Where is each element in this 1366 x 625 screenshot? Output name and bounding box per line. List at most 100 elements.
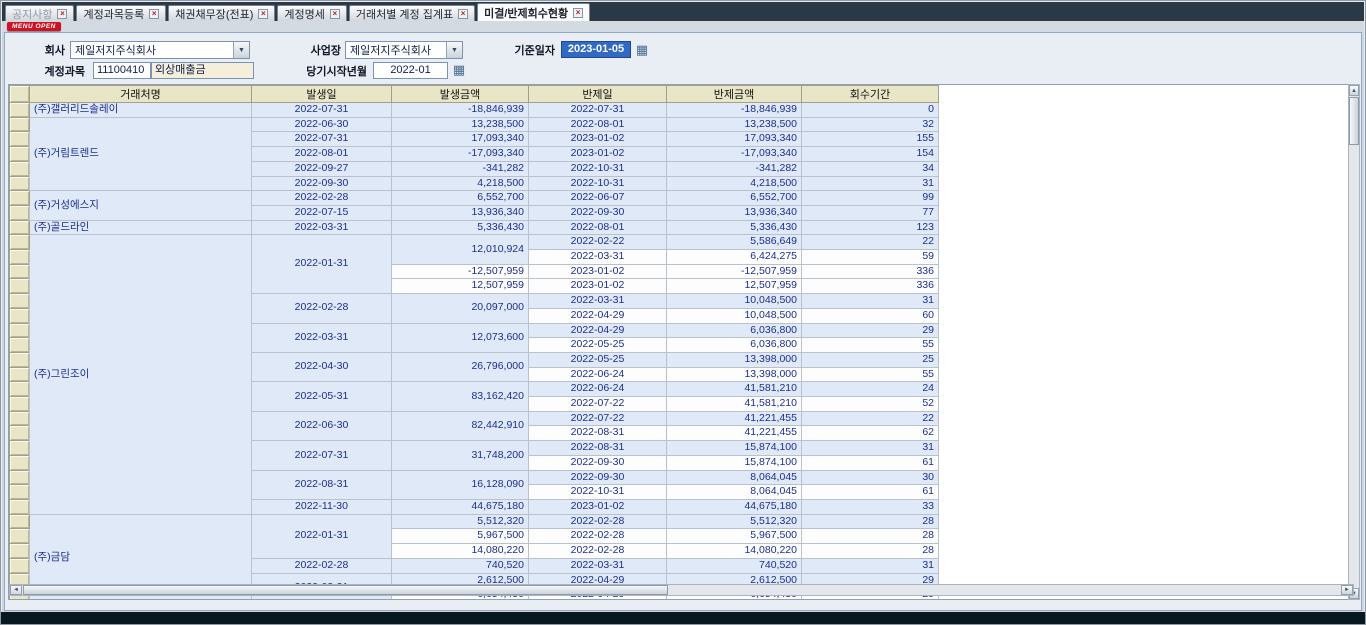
occur-amount-cell[interactable]: 6,552,700 [392, 191, 529, 206]
settle-amount-cell[interactable]: 12,507,959 [667, 279, 802, 294]
period-cell[interactable]: 32 [802, 117, 939, 132]
settle-date-cell[interactable]: 2022-06-24 [529, 382, 667, 397]
settle-date-cell[interactable]: 2022-08-01 [529, 117, 667, 132]
row-selector[interactable] [10, 264, 30, 279]
occur-amount-cell[interactable]: 83,162,420 [392, 382, 529, 411]
account-code-input[interactable]: 11100410 [93, 62, 151, 79]
settle-amount-cell[interactable]: 44,675,180 [667, 499, 802, 514]
row-selector[interactable] [10, 397, 30, 412]
row-selector[interactable] [10, 529, 30, 544]
occur-amount-cell[interactable]: 16,128,090 [392, 470, 529, 499]
horizontal-scroll-thumb[interactable] [23, 585, 668, 595]
occur-date-cell[interactable]: 2022-03-31 [252, 323, 392, 352]
settle-date-cell[interactable]: 2022-08-31 [529, 426, 667, 441]
occur-amount-cell[interactable]: -17,093,340 [392, 147, 529, 162]
period-cell[interactable]: 59 [802, 250, 939, 265]
occur-date-cell[interactable]: 2022-06-30 [252, 411, 392, 440]
settle-date-cell[interactable]: 2022-02-28 [529, 529, 667, 544]
tab-close-icon[interactable]: × [149, 9, 159, 19]
settle-date-cell[interactable]: 2022-07-31 [529, 103, 667, 118]
period-cell[interactable]: 31 [802, 441, 939, 456]
settle-amount-cell[interactable]: 8,064,045 [667, 485, 802, 500]
settle-amount-cell[interactable]: 8,064,045 [667, 470, 802, 485]
row-selector[interactable] [10, 338, 30, 353]
menu-open-button[interactable]: MENU OPEN [7, 22, 61, 31]
row-selector[interactable] [10, 499, 30, 514]
occur-date-cell[interactable]: 2022-08-31 [252, 470, 392, 499]
occur-amount-cell[interactable]: 13,238,500 [392, 117, 529, 132]
horizontal-scrollbar[interactable]: ◄ ► [9, 584, 1354, 596]
occur-date-cell[interactable]: 2022-02-28 [252, 294, 392, 323]
period-cell[interactable]: 29 [802, 323, 939, 338]
period-cell[interactable]: 55 [802, 338, 939, 353]
row-selector[interactable] [10, 382, 30, 397]
customer-cell[interactable]: (주)그린조이 [30, 235, 252, 514]
period-cell[interactable]: 55 [802, 367, 939, 382]
settle-date-cell[interactable]: 2022-10-31 [529, 485, 667, 500]
row-selector[interactable] [10, 514, 30, 529]
start-month-input[interactable]: 2022-01 [373, 62, 448, 79]
settle-amount-cell[interactable]: 10,048,500 [667, 308, 802, 323]
settle-date-cell[interactable]: 2022-03-31 [529, 558, 667, 573]
period-cell[interactable]: 22 [802, 235, 939, 250]
occur-amount-cell[interactable]: 44,675,180 [392, 499, 529, 514]
occur-amount-cell[interactable]: -12,507,959 [392, 264, 529, 279]
column-header[interactable]: 발생일 [252, 86, 392, 103]
occur-amount-cell[interactable]: 5,336,430 [392, 220, 529, 235]
period-cell[interactable]: 155 [802, 132, 939, 147]
settle-amount-cell[interactable]: 5,586,649 [667, 235, 802, 250]
row-selector[interactable] [10, 191, 30, 206]
settle-date-cell[interactable]: 2023-01-02 [529, 132, 667, 147]
period-cell[interactable]: 28 [802, 529, 939, 544]
settle-date-cell[interactable]: 2022-02-28 [529, 514, 667, 529]
occur-amount-cell[interactable]: -18,846,939 [392, 103, 529, 118]
tab-5[interactable]: 거래처별 계정 집계표× [349, 5, 475, 21]
settle-amount-cell[interactable]: 4,218,500 [667, 176, 802, 191]
tab-4[interactable]: 계정명세× [277, 5, 346, 21]
settle-amount-cell[interactable]: 6,552,700 [667, 191, 802, 206]
settle-date-cell[interactable]: 2022-04-29 [529, 308, 667, 323]
occur-date-cell[interactable]: 2022-06-30 [252, 117, 392, 132]
row-selector[interactable] [10, 161, 30, 176]
row-selector[interactable] [10, 352, 30, 367]
vertical-scrollbar[interactable]: ▲ ▼ [1348, 84, 1360, 600]
settle-amount-cell[interactable]: 10,048,500 [667, 294, 802, 309]
calendar-icon[interactable]: ▦ [452, 62, 466, 77]
period-cell[interactable]: 52 [802, 397, 939, 412]
occur-date-cell[interactable]: 2022-07-15 [252, 205, 392, 220]
occur-amount-cell[interactable]: 5,512,320 [392, 514, 529, 529]
row-selector[interactable] [10, 103, 30, 118]
period-cell[interactable]: 61 [802, 485, 939, 500]
column-header[interactable]: 반제금액 [667, 86, 802, 103]
scroll-up-icon[interactable]: ▲ [1349, 85, 1359, 96]
settle-amount-cell[interactable]: 6,036,800 [667, 338, 802, 353]
occur-amount-cell[interactable]: 14,080,220 [392, 544, 529, 559]
occur-date-cell[interactable]: 2022-11-30 [252, 499, 392, 514]
settle-amount-cell[interactable]: 13,398,000 [667, 352, 802, 367]
period-cell[interactable]: 336 [802, 264, 939, 279]
settle-date-cell[interactable]: 2022-03-31 [529, 250, 667, 265]
row-selector[interactable] [10, 250, 30, 265]
row-selector[interactable] [10, 323, 30, 338]
row-selector[interactable] [10, 455, 30, 470]
occur-amount-cell[interactable]: 12,010,924 [392, 235, 529, 264]
settle-date-cell[interactable]: 2022-10-31 [529, 176, 667, 191]
row-selector[interactable] [10, 308, 30, 323]
settle-amount-cell[interactable]: 740,520 [667, 558, 802, 573]
row-selector[interactable] [10, 117, 30, 132]
settle-date-cell[interactable]: 2022-08-31 [529, 441, 667, 456]
settle-amount-cell[interactable]: 41,221,455 [667, 411, 802, 426]
occur-date-cell[interactable]: 2022-01-31 [252, 514, 392, 558]
tab-3[interactable]: 채권채무장(전표)× [168, 5, 275, 21]
settle-date-cell[interactable]: 2023-01-02 [529, 499, 667, 514]
settle-amount-cell[interactable]: -341,282 [667, 161, 802, 176]
occur-date-cell[interactable]: 2022-09-30 [252, 176, 392, 191]
chevron-down-icon[interactable]: ▼ [233, 42, 249, 58]
settle-date-cell[interactable]: 2022-06-07 [529, 191, 667, 206]
occur-date-cell[interactable]: 2022-05-31 [252, 382, 392, 411]
site-select[interactable]: 제일저지주식회사 ▼ [345, 41, 463, 59]
column-header[interactable]: 회수기간 [802, 86, 939, 103]
tab-close-icon[interactable]: × [258, 9, 268, 19]
tab-1[interactable]: 공지사항× [5, 5, 74, 21]
calendar-icon[interactable]: ▦ [635, 42, 649, 57]
